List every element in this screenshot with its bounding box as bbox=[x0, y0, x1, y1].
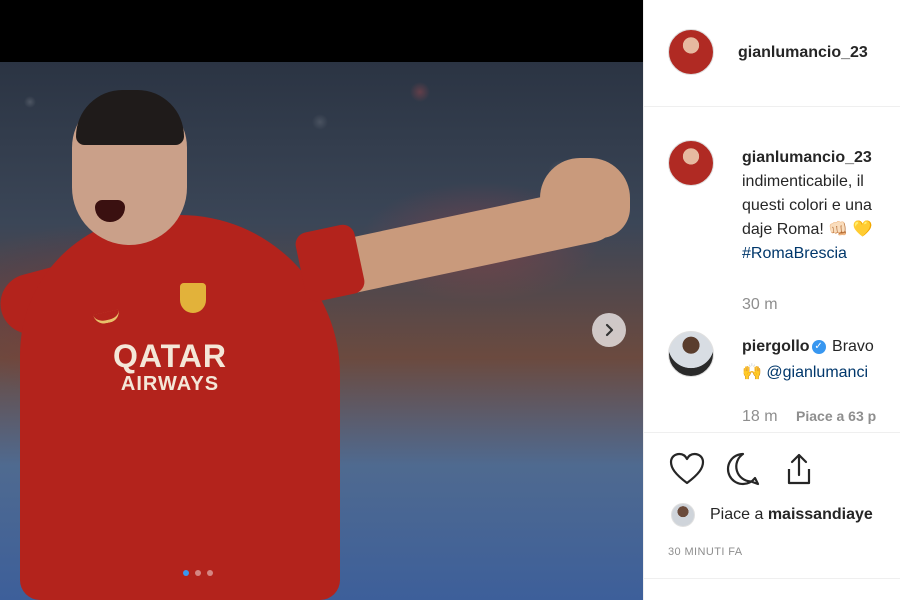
sponsor-line-1: QATAR bbox=[112, 338, 227, 374]
caption-avatar[interactable] bbox=[668, 140, 714, 186]
share-button[interactable] bbox=[780, 450, 818, 488]
comment-emoji: 🙌 bbox=[742, 364, 762, 381]
likes-summary: Piace a maissandiaye bbox=[710, 506, 873, 524]
comment-icon bbox=[726, 452, 760, 486]
divider bbox=[644, 432, 900, 433]
like-button[interactable] bbox=[668, 450, 706, 488]
comment-button[interactable] bbox=[724, 450, 762, 488]
caption-hashtag[interactable]: #RomaBrescia bbox=[742, 242, 900, 266]
comment-likes[interactable]: Piace a 63 p bbox=[796, 408, 876, 424]
comment-mention[interactable]: @gianlumanci bbox=[766, 364, 868, 381]
comment-username[interactable]: piergollo bbox=[742, 338, 810, 355]
player-shirt bbox=[20, 215, 340, 600]
author-username[interactable]: gianlumancio_23 bbox=[738, 44, 868, 62]
caption-username[interactable]: gianlumancio_23 bbox=[742, 149, 872, 166]
liker-username[interactable]: maissandiaye bbox=[768, 506, 873, 523]
carousel-dot bbox=[207, 570, 213, 576]
divider bbox=[644, 578, 900, 579]
caption-line-1: indimenticabile, il bbox=[742, 173, 864, 190]
comment: piergollo ✓ Bravo 🙌 @gianlumanci bbox=[742, 334, 900, 386]
verified-badge-icon: ✓ bbox=[811, 339, 826, 354]
post-side-panel: gianlumancio_23 gianlumancio_23 indiment… bbox=[643, 0, 900, 600]
likes-prefix: Piace a bbox=[710, 506, 768, 523]
post-header: gianlumancio_23 bbox=[644, 0, 900, 107]
media-letterbox bbox=[0, 0, 643, 62]
post-media: QATAR AIRWAYS bbox=[0, 0, 643, 600]
chevron-right-icon bbox=[605, 323, 614, 337]
post-timestamp[interactable]: 30 MINUTI FA bbox=[668, 546, 742, 558]
heart-icon bbox=[669, 452, 705, 485]
liker-avatar[interactable] bbox=[671, 503, 695, 527]
carousel-dot bbox=[183, 570, 189, 576]
carousel-dot bbox=[195, 570, 201, 576]
comment-time[interactable]: 18 m bbox=[742, 408, 778, 425]
comment-text: Bravo bbox=[832, 338, 874, 355]
post-actions bbox=[668, 450, 818, 488]
player-hand bbox=[540, 158, 630, 238]
author-avatar[interactable] bbox=[668, 29, 714, 75]
caption-line-2: questi colori e una bbox=[742, 197, 872, 214]
shirt-sponsor: QATAR AIRWAYS bbox=[100, 340, 240, 394]
caption-time[interactable]: 30 m bbox=[742, 296, 778, 314]
club-crest-icon bbox=[180, 283, 206, 313]
share-icon bbox=[787, 453, 811, 485]
caption-line-3: daje Roma! 👊🏻 💛 bbox=[742, 221, 873, 238]
post-caption: gianlumancio_23 indimenticabile, il ques… bbox=[742, 146, 900, 266]
comment-meta: 18 m Piace a 63 p bbox=[742, 408, 876, 426]
commenter-avatar[interactable] bbox=[668, 331, 714, 377]
carousel-indicator bbox=[183, 570, 213, 576]
carousel-next-button[interactable] bbox=[592, 313, 626, 347]
sponsor-line-2: AIRWAYS bbox=[120, 373, 220, 395]
